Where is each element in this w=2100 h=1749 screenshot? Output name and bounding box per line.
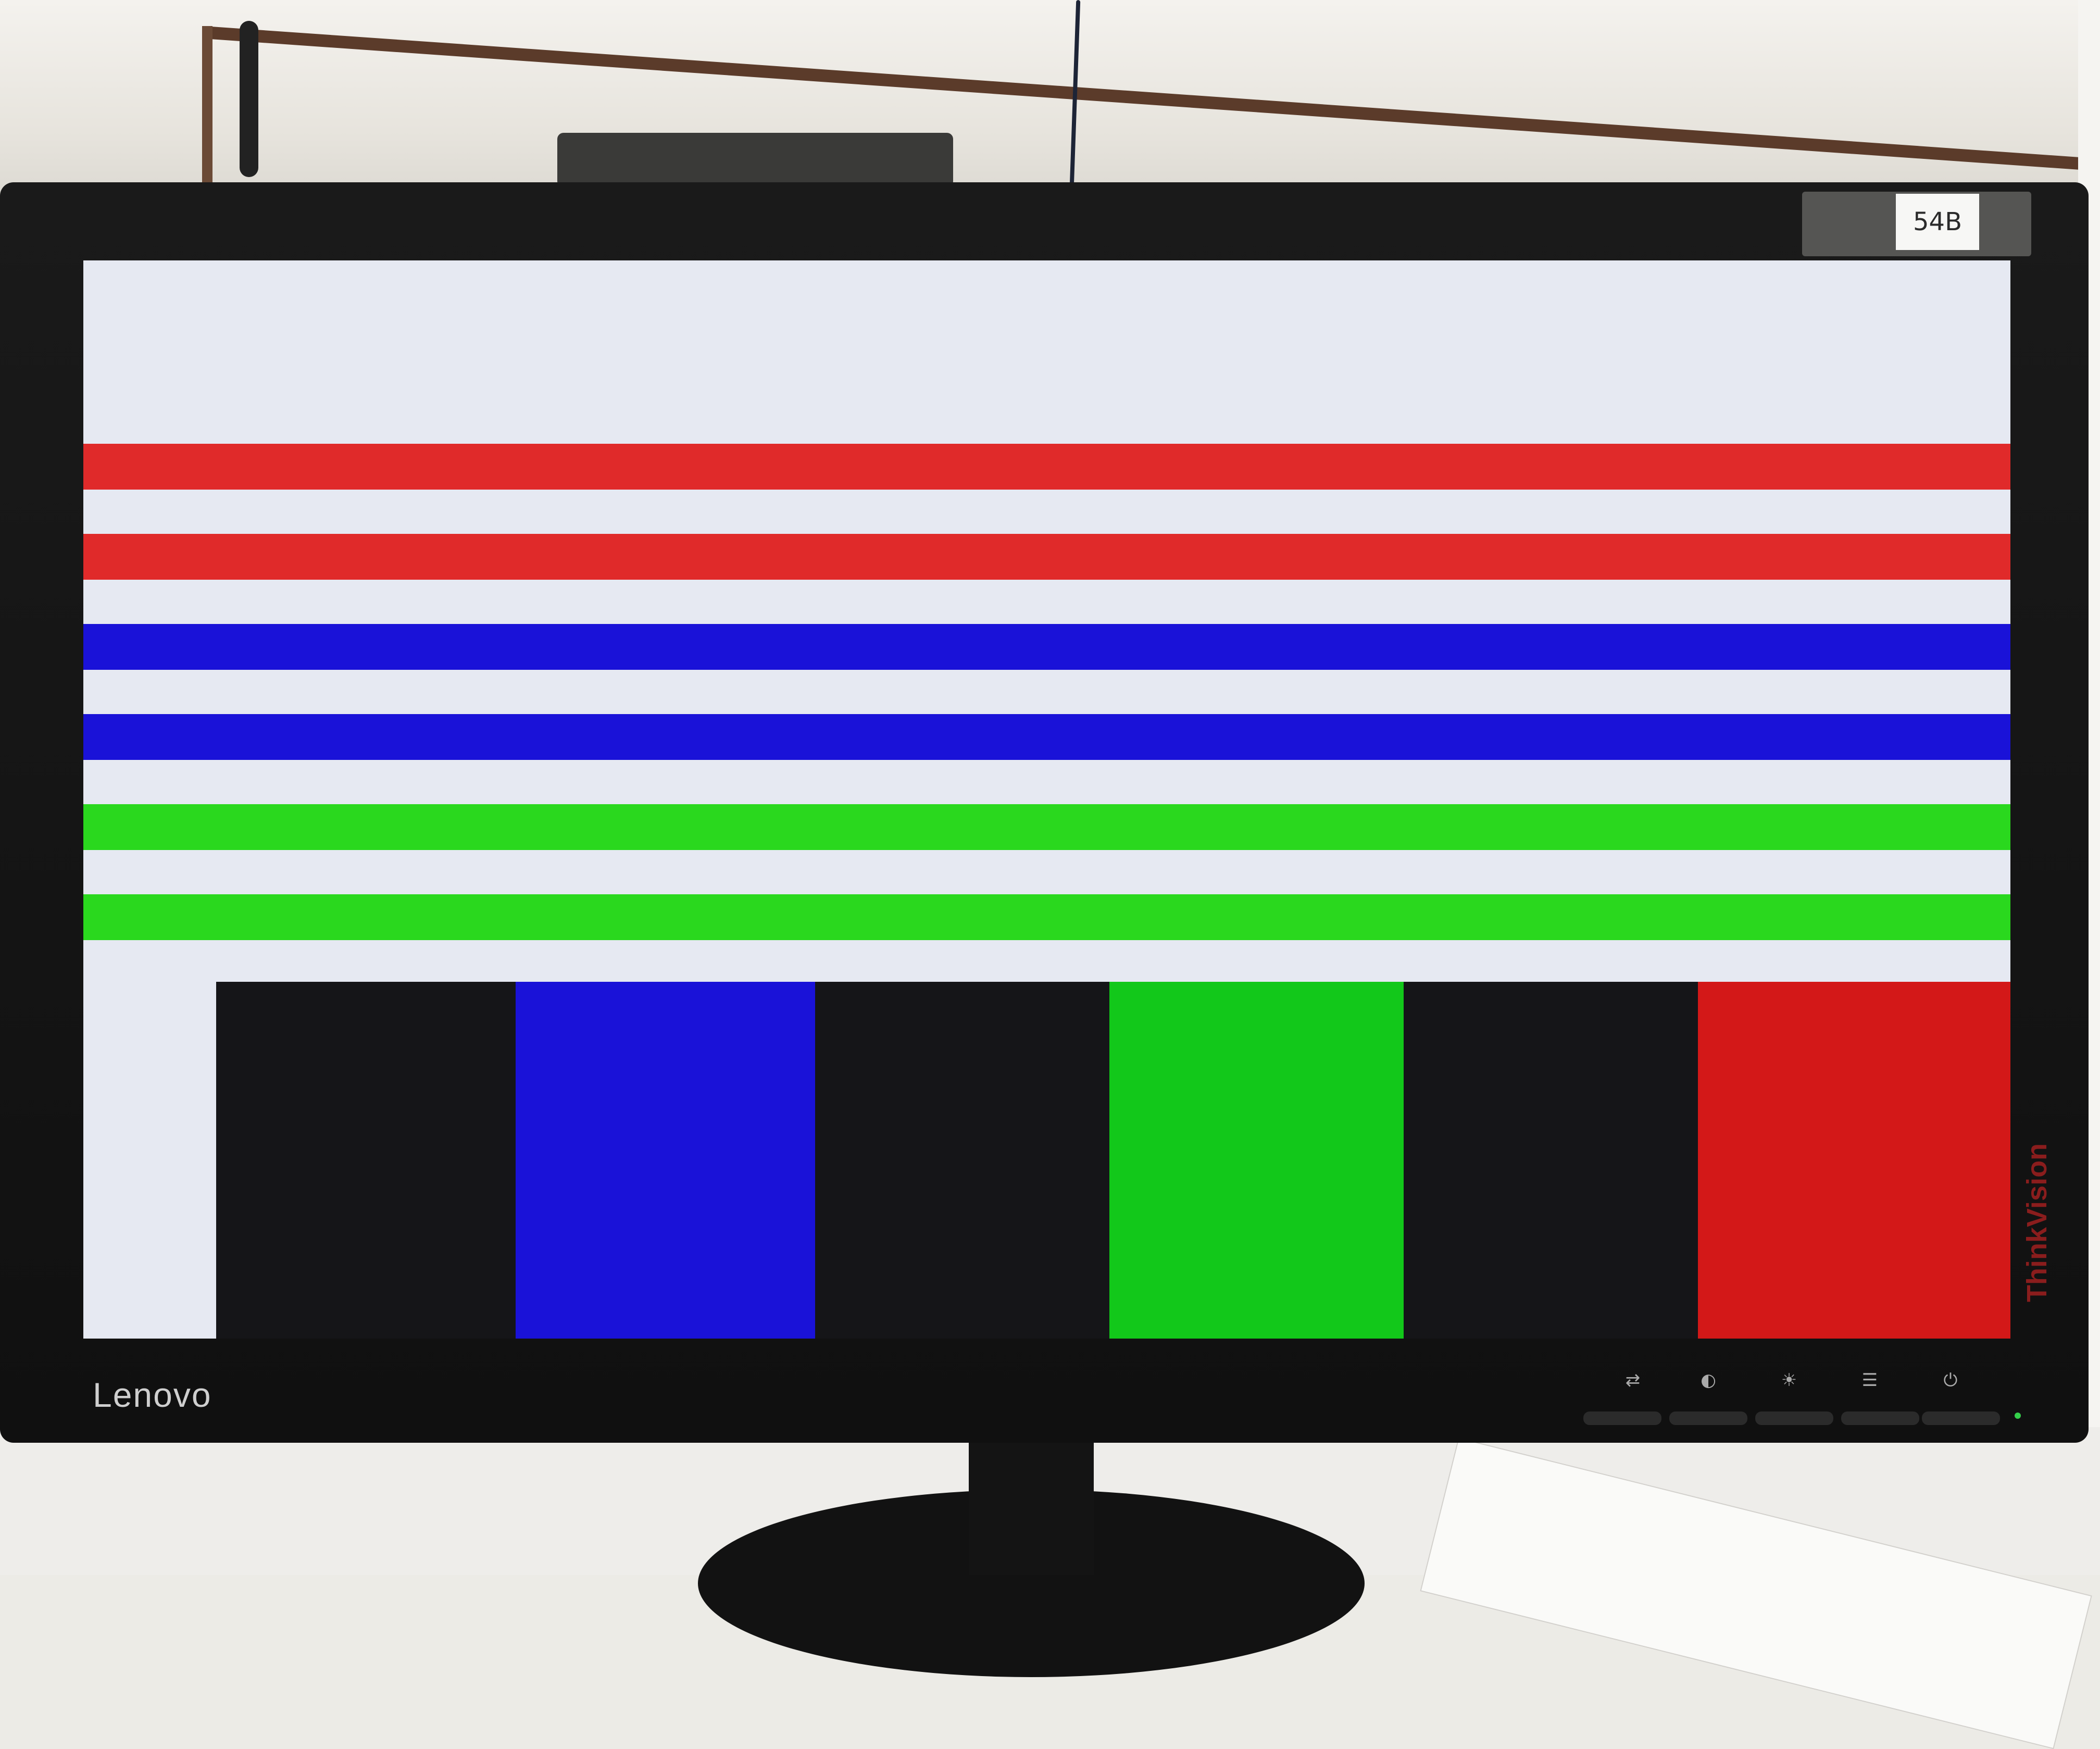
red-bar (1698, 982, 2010, 1339)
power-button[interactable] (1922, 1411, 2000, 1425)
monitor-screen (83, 260, 2010, 1339)
black-bar-3 (1404, 982, 1698, 1339)
green-stripe-2 (83, 894, 2010, 940)
brightness-icon: ☀ (1781, 1370, 1797, 1391)
cable-left (240, 21, 258, 177)
monitor-stand-neck (969, 1427, 1094, 1575)
menu-button[interactable] (1841, 1411, 1919, 1425)
input-switch-icon: ⇄ (1625, 1370, 1641, 1391)
shelf-light (557, 133, 953, 188)
blue-stripe-2 (83, 714, 2010, 760)
blue-stripe-1 (83, 624, 2010, 670)
brand-logo: Lenovo (93, 1376, 212, 1414)
green-bar (1109, 982, 1404, 1339)
menu-icon: ☰ (1861, 1370, 1878, 1391)
asset-label: 54B (1896, 194, 1979, 250)
red-stripe-2 (83, 534, 2010, 580)
power-led (2015, 1413, 2021, 1419)
mode-button[interactable] (1669, 1411, 1747, 1425)
black-bar-2 (815, 982, 1109, 1339)
brightness-button[interactable] (1755, 1411, 1833, 1425)
power-icon: ⏻ (1943, 1370, 1958, 1391)
black-bar-1 (216, 982, 516, 1339)
red-stripe-1 (83, 444, 2010, 490)
low-blue-light-icon: ◐ (1701, 1370, 1716, 1391)
green-stripe-1 (83, 804, 2010, 850)
input-button[interactable] (1583, 1411, 1661, 1425)
blue-bar (516, 982, 815, 1339)
subbrand-logo: ThinkVision (2021, 1143, 2053, 1302)
shelf-post (202, 26, 213, 193)
